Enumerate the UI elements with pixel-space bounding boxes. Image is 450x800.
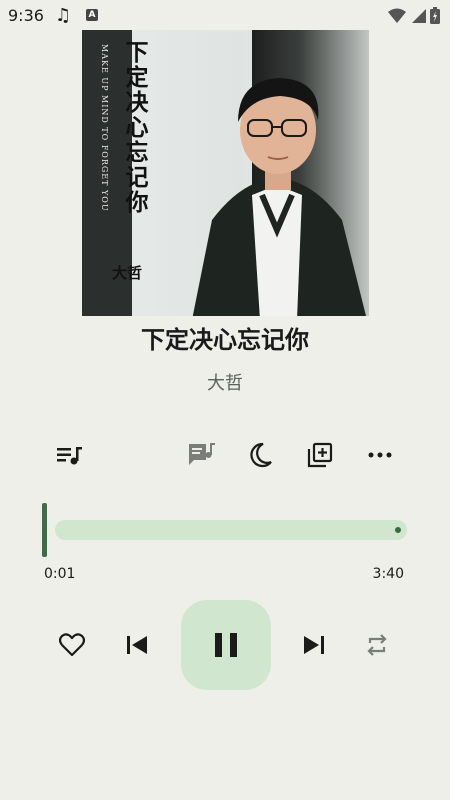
seek-bar-track[interactable] [55, 520, 407, 540]
add-to-playlist-button[interactable] [302, 437, 338, 473]
sleep-timer-button[interactable] [242, 437, 278, 473]
seek-bar-thumb[interactable] [42, 503, 47, 557]
skip-previous-icon [127, 636, 147, 654]
heart-outline-icon [59, 633, 85, 657]
pause-icon [215, 633, 237, 657]
app-notification-icon: A [86, 9, 98, 21]
skip-next-icon [304, 636, 324, 654]
status-time: 9:36 [8, 6, 44, 25]
music-note-icon: ♫ [55, 5, 72, 26]
album-art: MAKE UP MIND TO FORGET YOU 下定决心忘记你 大哲 [82, 30, 369, 316]
status-indicators [388, 7, 440, 24]
queue-music-icon [57, 447, 82, 465]
library-add-icon [307, 442, 333, 468]
song-artist[interactable]: 大哲 [0, 369, 450, 395]
more-options-button[interactable] [362, 437, 398, 473]
next-track-button[interactable] [289, 620, 339, 670]
playlist-queue-button[interactable] [52, 437, 88, 473]
album-cover-subtitle: MAKE UP MIND TO FORGET YOU [100, 44, 109, 212]
previous-track-button[interactable] [112, 620, 162, 670]
moon-icon [250, 442, 272, 468]
wifi-icon [388, 8, 406, 23]
album-cover-title: 下定决心忘记你 [121, 40, 148, 215]
status-bar: 9:36 ♫ A [0, 0, 450, 30]
lyrics-button[interactable] [184, 437, 220, 473]
album-art-portrait [192, 78, 366, 316]
repeat-icon [367, 634, 387, 656]
more-horizontal-icon [368, 452, 392, 458]
song-title: 下定决心忘记你 [141, 326, 309, 354]
album-cover-artist: 大哲 [112, 264, 143, 282]
seek-bar-end-dot [395, 527, 401, 533]
play-pause-button[interactable] [181, 600, 271, 690]
repeat-button[interactable] [352, 620, 402, 670]
battery-icon [430, 7, 440, 24]
signal-icon [412, 8, 426, 23]
favorite-button[interactable] [47, 620, 97, 670]
lyrics-icon [189, 443, 215, 465]
total-duration: 3:40 [372, 566, 404, 582]
elapsed-time: 0:01 [44, 566, 76, 582]
